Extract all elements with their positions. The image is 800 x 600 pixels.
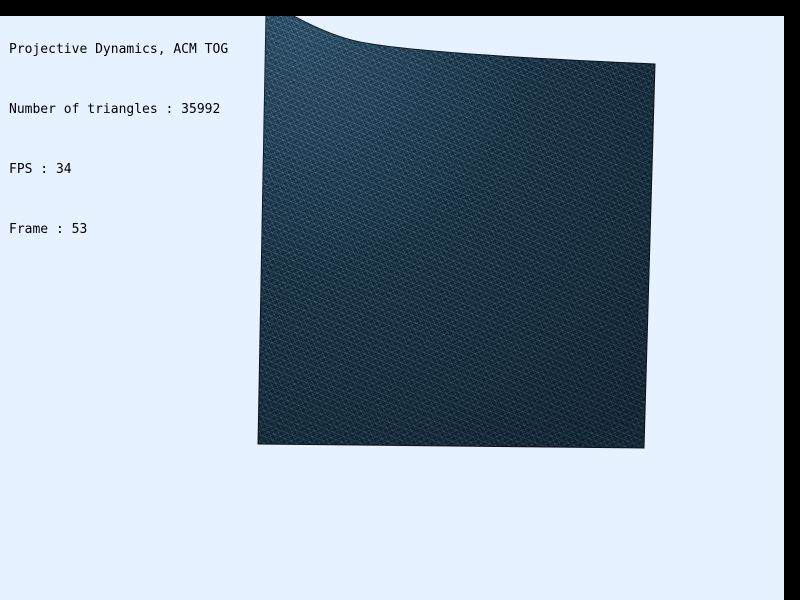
- hud-triangle-count: Number of triangles : 35992: [9, 102, 221, 117]
- hud-fps: FPS : 34: [9, 162, 72, 177]
- hud-frame: Frame : 53: [9, 222, 88, 237]
- hud-title: Projective Dynamics, ACM TOG: [9, 42, 229, 57]
- hud-overlay: Projective Dynamics, ACM TOG Number of t…: [9, 0, 228, 260]
- window-right-border: [784, 16, 800, 600]
